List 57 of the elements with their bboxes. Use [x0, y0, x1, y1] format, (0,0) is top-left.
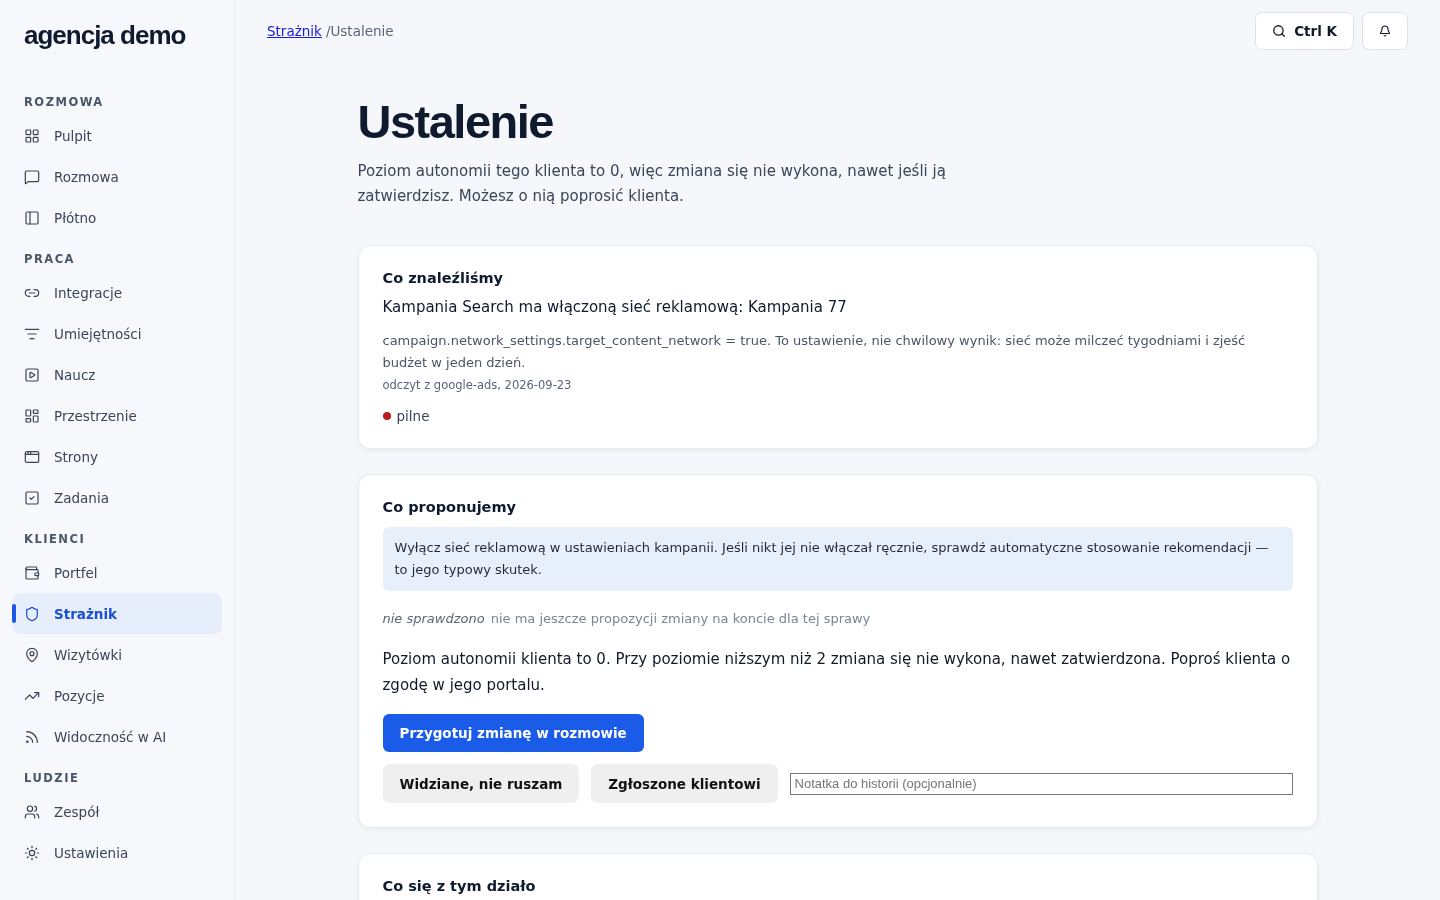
breadcrumb-current: /Ustalenie [325, 23, 394, 39]
checkbox-icon [24, 489, 40, 506]
autonomy-note: Poziom autonomii klienta to 0. Przy poziomie niższym niż 2 zmiana się nie wykona, nawet zatwierdzona. Poproś klienta o zgodę w jego portalu. [382, 649, 1292, 696]
sidebar-item[interactable]: Rozmowa [12, 156, 222, 197]
page-subtitle: Poziom autonomii tego klienta to 0, więc zmiana się nie wykona, nawet jeśli ją zatwierdzisz. Możesz o nią poprosić klienta. [357, 161, 947, 207]
section-title: LUDZIE [23, 770, 81, 787]
section-title: PRACA [23, 251, 77, 268]
sun-icon [24, 844, 40, 861]
sidebar-item[interactable]: Płótno [12, 197, 222, 238]
section-title: ROZMOWA [23, 94, 105, 111]
window-icon [24, 448, 40, 465]
action-button[interactable]: Zgłoszone klientowi [591, 764, 778, 803]
sidebar-item[interactable]: Integracje [12, 272, 222, 313]
people-icon [24, 803, 40, 820]
sidebar-item[interactable]: Strony [12, 436, 222, 477]
grid-icon [24, 127, 40, 144]
action-button[interactable]: Widziane, nie ruszam [382, 764, 580, 803]
sidebar-item[interactable]: Ustawienia [12, 832, 222, 873]
finding-source: odczyt z google-ads, 2026-09-23 [382, 378, 573, 392]
priority-label: pilne [396, 408, 430, 424]
sidebar-item[interactable]: Pozycje [12, 675, 222, 716]
sidebar-item[interactable]: Naucz [12, 354, 222, 395]
sidebar-item[interactable]: Widoczność w AI [12, 716, 222, 757]
dashboard-icon [24, 407, 40, 424]
sidebar-item[interactable]: Wizytówki [12, 634, 222, 675]
search-icon [1272, 24, 1287, 38]
search-button[interactable]: Ctrl K [1255, 12, 1354, 50]
finding-title: Kampania Search ma włączoną sieć reklamową: Kampania 77 [382, 298, 848, 316]
shield-icon [24, 605, 40, 622]
bell-icon [1379, 25, 1391, 37]
signal-icon [24, 728, 40, 745]
check-note: nie ma jeszcze propozycji zmiany na koncie dla tej sprawy [490, 611, 871, 626]
finding-detail: campaign.network_settings.target_content_network = true. To ustawienie, nie chwilowy wynik: sieć może milczeć tygodniami i zjeść budżet w jeden dzień. [382, 332, 1247, 372]
sidebar-item[interactable]: Umiejętności [12, 313, 222, 354]
section-title: KLIENCI [23, 531, 87, 548]
brand-logo: agencja demo [23, 19, 187, 51]
sidebar-item[interactable]: Strażnik [12, 593, 222, 634]
chat-icon [24, 168, 40, 185]
notifications-button[interactable] [1362, 12, 1408, 50]
card-heading: Co znaleźliśmy [382, 270, 505, 286]
card-heading: Co się z tym działo [382, 878, 537, 894]
check-status: nie sprawdzono [382, 611, 485, 626]
panel-icon [24, 209, 40, 226]
sidebar-item[interactable]: Portfel [12, 552, 222, 593]
sidebar-item[interactable]: Przestrzenie [12, 395, 222, 436]
sidebar-item[interactable]: Zespół [12, 791, 222, 832]
wallet-icon [24, 564, 40, 581]
sidebar-item[interactable]: Zadania [12, 477, 222, 518]
map-pin-icon [24, 646, 40, 663]
note-field[interactable]: Notatka do historii (opcjonalnie) [789, 772, 1293, 795]
recommendation-text: Wyłącz sieć reklamową w ustawieniach kampanii. Jeśli nikt jej nie włączał ręcznie, sprawdź automatyczne stosowanie rekomendacji — to jego typowy skutek. [382, 527, 1293, 591]
card-heading: Co proponujemy [382, 499, 517, 515]
play-icon [24, 366, 40, 383]
sidebar-item[interactable]: Pulpit [12, 115, 222, 156]
page-title: Ustalenie [357, 94, 554, 149]
breadcrumb-link[interactable]: Strażnik [267, 23, 322, 39]
prepare-change-button[interactable]: Przygotuj zmianę w rozmowie [382, 714, 644, 752]
